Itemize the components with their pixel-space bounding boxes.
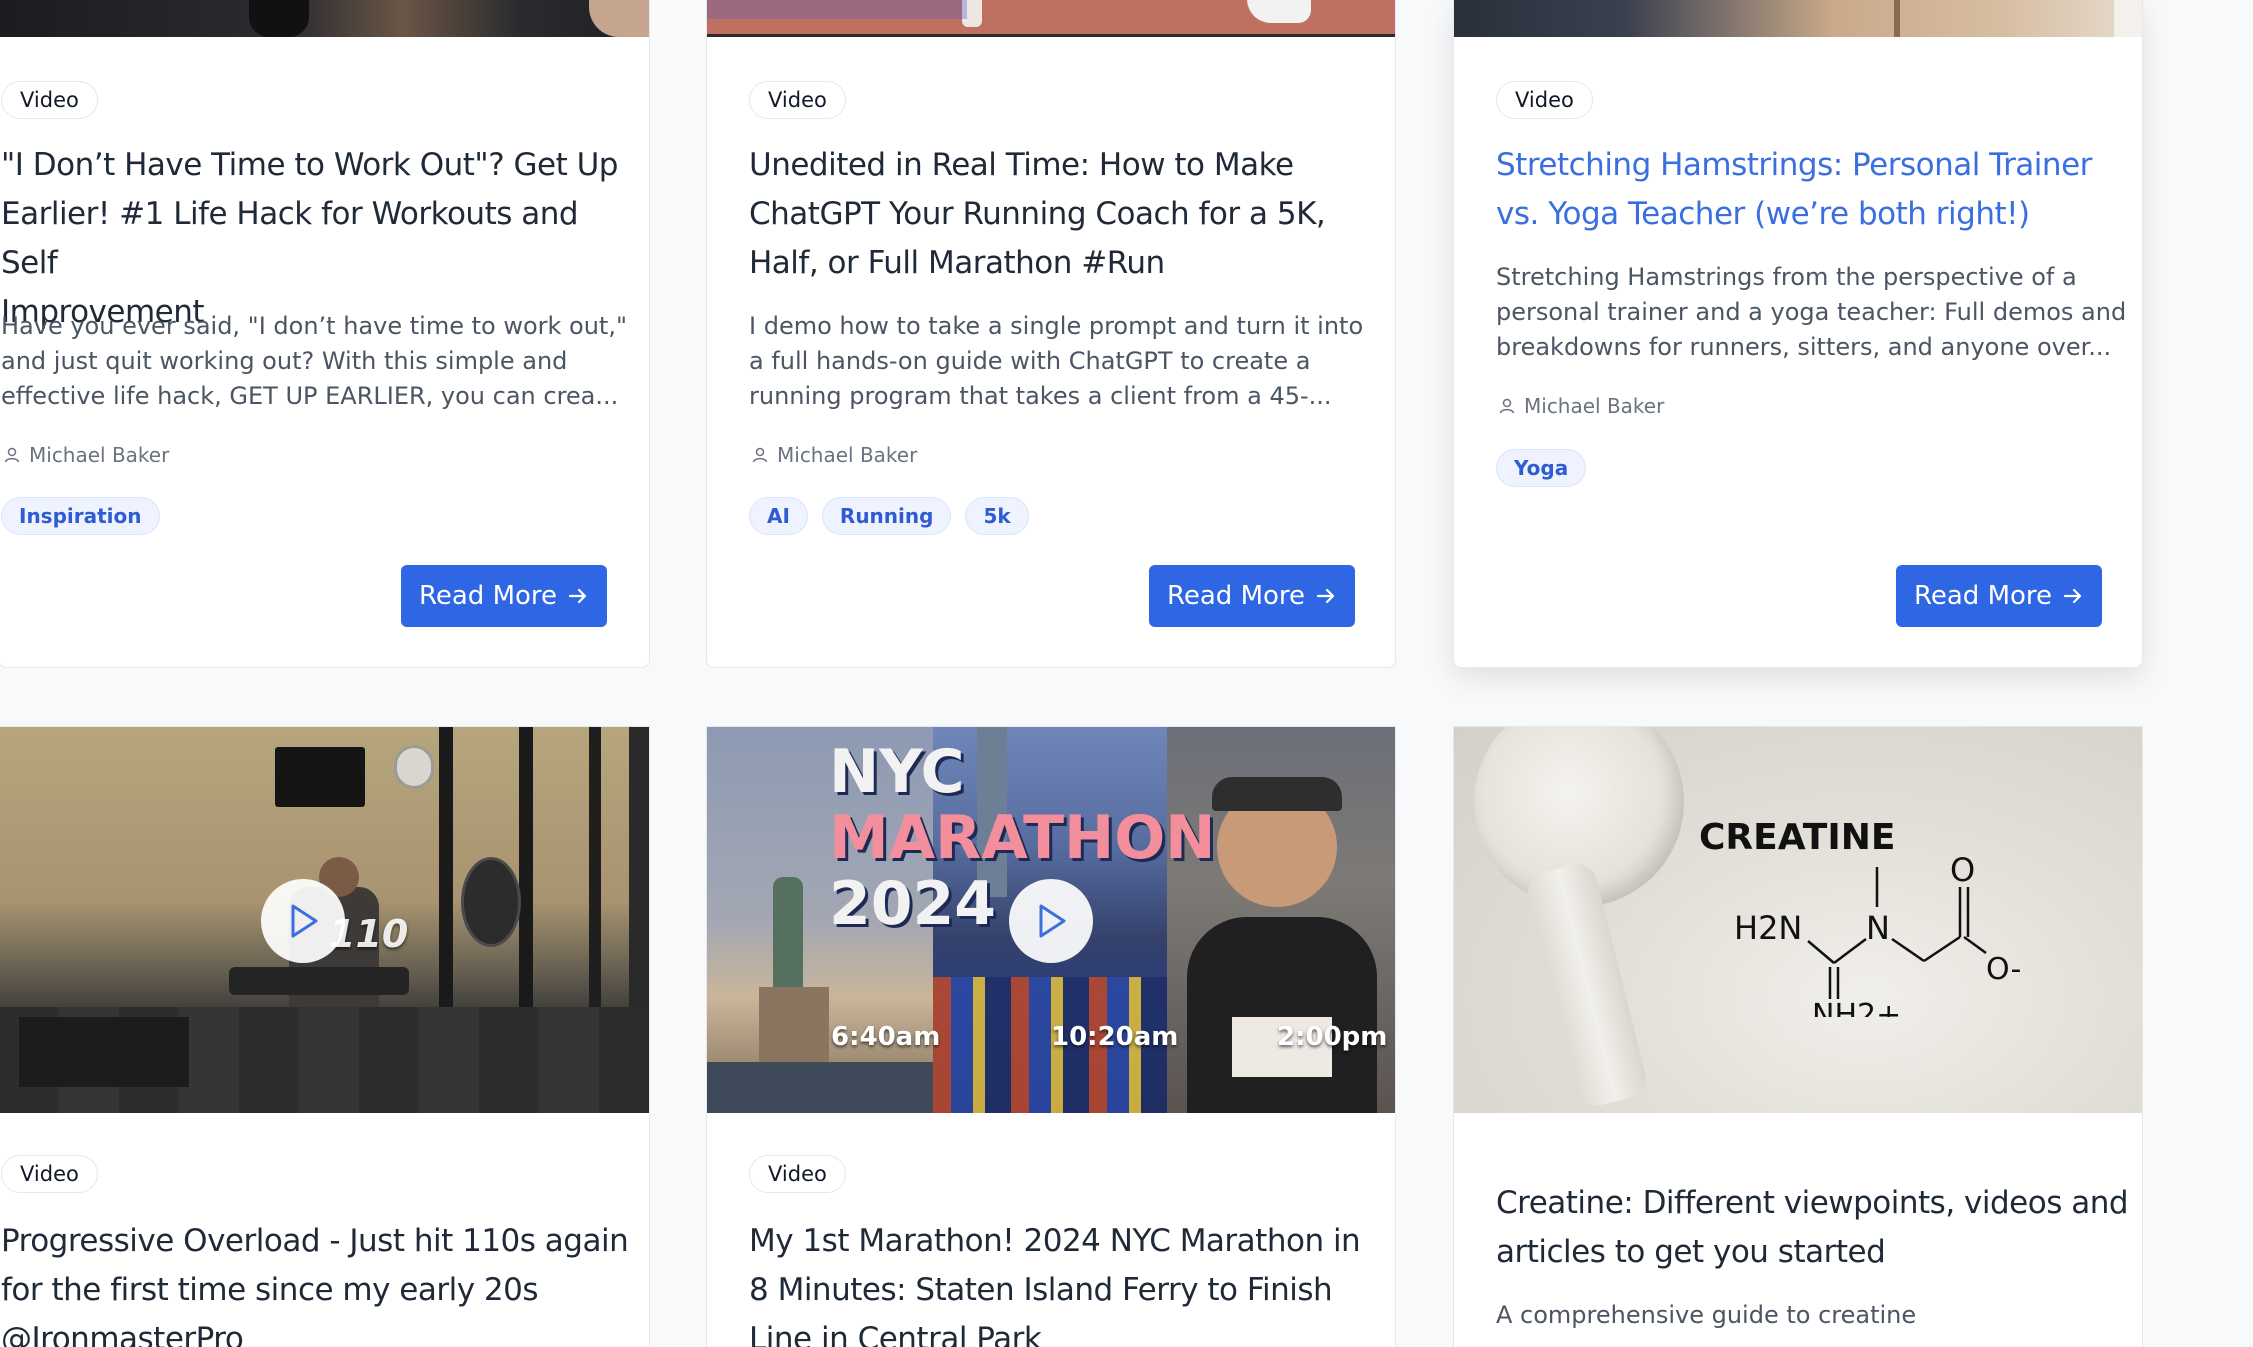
tag-list: Yoga [1496,449,1587,487]
play-icon [1039,904,1066,938]
post-card: Video Stretching Hamstrings: Personal Tr… [1453,0,2143,668]
user-icon [1499,398,1515,414]
read-more-label: Read More [418,581,558,611]
post-thumbnail[interactable] [707,0,1395,37]
post-card: Video Unedited in Real Time: How to Make… [706,0,1396,668]
svg-text:N: N [1866,909,1890,947]
content-type-badge: Video [749,1155,846,1193]
post-thumbnail[interactable]: NYC MARATHON 2024 6:40am 10:20am 2:00pm [707,727,1395,1113]
author-name: Michael Baker [777,443,918,467]
tag-yoga[interactable]: Yoga [1496,449,1587,487]
user-icon [4,447,20,463]
post-thumbnail[interactable]: CREATINE H2N N O O- NH2+ [1454,727,2142,1113]
author-name: Michael Baker [1524,394,1665,418]
read-more-label: Read More [1913,581,2053,611]
thumbnail-time-3: 2:00pm [1277,1022,1388,1052]
svg-text:O-: O- [1986,952,2021,987]
post-author: Michael Baker [1498,392,1664,420]
post-thumbnail[interactable] [0,0,649,37]
thumbnail-overlay-text: CREATINE [1699,817,1896,858]
content-type-badge: Video [1496,81,1593,119]
post-title[interactable]: My 1st Marathon! 2024 NYC Marathon in 8 … [749,1217,1389,1347]
post-excerpt: Have you ever said, "I don’t have time t… [1,312,627,410]
post-card: 110 Video Progressive Overload - Just hi… [0,726,650,1347]
read-more-label: Read More [1166,581,1306,611]
tag-list: AI Running 5k [749,497,1029,535]
post-title[interactable]: Unedited in Real Time: How to Make ChatG… [749,141,1389,288]
post-card: CREATINE H2N N O O- NH2+ Creatine: Diffe… [1453,726,2143,1347]
user-icon [752,447,768,463]
tag-running[interactable]: Running [821,497,952,535]
svg-text:O: O [1950,857,1975,889]
post-author: Michael Baker [751,441,917,469]
author-name: Michael Baker [29,443,170,467]
post-card: NYC MARATHON 2024 6:40am 10:20am 2:00pm … [706,726,1396,1347]
svg-text:NH2+: NH2+ [1812,998,1901,1017]
tag-ai[interactable]: AI [749,497,808,535]
content-type-badge: Video [749,81,846,119]
post-title[interactable]: Stretching Hamstrings: Personal Trainer … [1496,141,2136,239]
read-more-button[interactable]: Read More [1896,565,2102,627]
content-type-badge: Video [1,1155,98,1193]
read-more-button[interactable]: Read More [1149,565,1355,627]
thumbnail-time-1: 6:40am [831,1022,941,1052]
post-title[interactable]: "I Don’t Have Time to Work Out"? Get Up … [1,141,641,337]
read-more-button[interactable]: Read More [401,565,607,627]
post-card: Video "I Don’t Have Time to Work Out"? G… [0,0,650,668]
post-excerpt: Stretching Hamstrings from the perspecti… [1496,263,2127,361]
post-title[interactable]: Creatine: Different viewpoints, videos a… [1496,1179,2136,1277]
arrow-right-icon [2063,588,2082,604]
thumbnail-time-2: 10:20am [1051,1022,1179,1052]
content-type-badge: Video [1,81,98,119]
play-button[interactable] [261,879,345,963]
arrow-right-icon [568,588,587,604]
post-excerpt: I demo how to take a single prompt and t… [749,312,1364,410]
post-thumbnail[interactable]: 110 [0,727,649,1113]
tag-inspiration[interactable]: Inspiration [1,497,160,535]
post-thumbnail[interactable] [1454,0,2142,37]
arrow-right-icon [1316,588,1335,604]
post-excerpt: A comprehensive guide to creatine [1496,1301,1917,1329]
creatine-formula: H2N N O O- NH2+ [1734,857,2021,1017]
post-author: Michael Baker [3,441,169,469]
tag-list: Inspiration [1,497,160,535]
post-title[interactable]: Progressive Overload - Just hit 110s aga… [1,1217,641,1347]
tag-5k[interactable]: 5k [965,497,1029,535]
play-icon [291,904,318,938]
svg-text:H2N: H2N [1734,909,1802,947]
play-button[interactable] [1009,879,1093,963]
